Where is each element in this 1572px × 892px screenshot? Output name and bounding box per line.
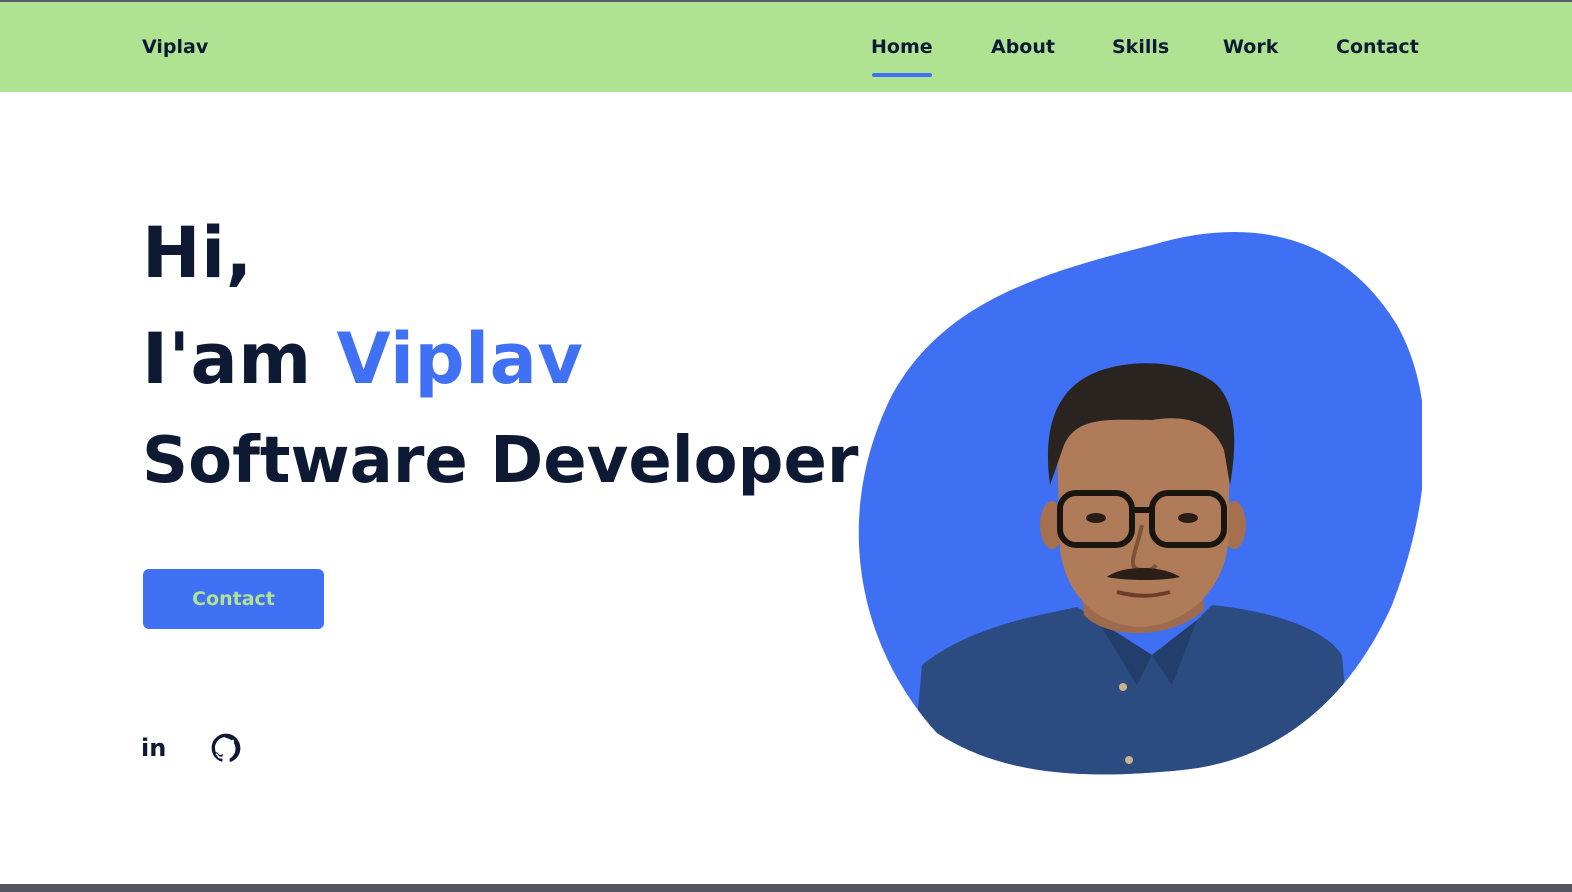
hero-greeting: Hi, xyxy=(142,212,253,294)
github-link[interactable] xyxy=(211,731,243,765)
shirt-button xyxy=(1125,756,1133,764)
site-header: Viplav Home About Skills Work Contact xyxy=(0,2,1572,92)
linkedin-link[interactable]: in xyxy=(141,731,173,765)
hero-role: Software Developer xyxy=(142,424,859,498)
profile-photo-blob xyxy=(852,215,1425,775)
person-eye xyxy=(1086,513,1106,523)
contact-button[interactable]: Contact xyxy=(143,569,324,629)
window-bottom-border xyxy=(0,884,1572,892)
nav-work[interactable]: Work xyxy=(1223,36,1278,58)
main-nav: Home About Skills Work Contact xyxy=(0,2,1572,92)
github-icon xyxy=(211,733,241,762)
active-nav-indicator xyxy=(872,73,932,77)
nav-contact[interactable]: Contact xyxy=(1336,36,1419,58)
person-eye xyxy=(1178,513,1198,523)
nav-skills[interactable]: Skills xyxy=(1112,36,1169,58)
linkedin-icon: in xyxy=(141,734,167,762)
shirt-button xyxy=(1119,683,1127,691)
profile-photo xyxy=(858,231,1425,775)
hero-intro-prefix: I'am xyxy=(142,318,312,400)
hero-name: Viplav xyxy=(336,318,584,400)
nav-home[interactable]: Home xyxy=(871,36,933,58)
hero-intro: I'am Viplav xyxy=(142,318,583,400)
nav-about[interactable]: About xyxy=(991,36,1055,58)
